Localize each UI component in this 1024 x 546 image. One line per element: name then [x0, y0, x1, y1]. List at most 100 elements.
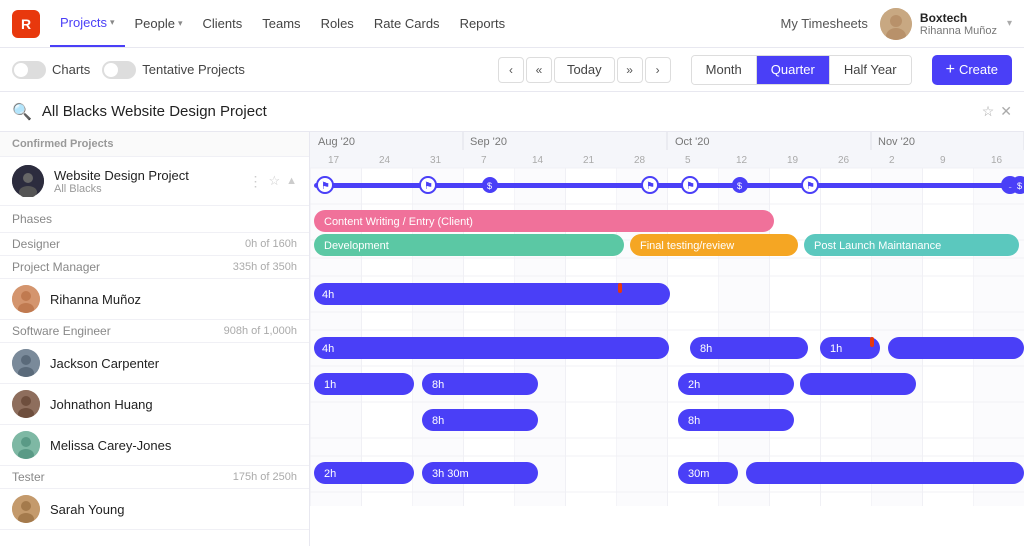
svg-text:14: 14 — [532, 155, 544, 166]
person-row-jackson[interactable]: Jackson Carpenter — [0, 343, 309, 384]
svg-text:9: 9 — [940, 155, 946, 166]
avatar-sarah — [12, 495, 40, 523]
plus-icon: + — [946, 61, 955, 79]
nav-teams[interactable]: Teams — [252, 0, 310, 47]
svg-text:Final testing/review: Final testing/review — [640, 240, 734, 252]
svg-text:16: 16 — [991, 155, 1003, 166]
svg-text:$: $ — [737, 181, 742, 191]
svg-text:⚑: ⚑ — [321, 181, 330, 192]
star-icon[interactable]: ☆ — [268, 173, 280, 189]
avatar-jackson — [12, 349, 40, 377]
svg-text:8h: 8h — [432, 415, 444, 427]
svg-text:21: 21 — [583, 155, 595, 166]
svg-text:1h: 1h — [324, 379, 336, 391]
svg-text:⚑: ⚑ — [646, 181, 655, 192]
chevron-down-icon: ▾ — [110, 17, 115, 28]
toolbar: Charts Tentative Projects ‹ « Today » › … — [0, 48, 1024, 92]
svg-text:Oct '20: Oct '20 — [675, 136, 710, 148]
nav-reports[interactable]: Reports — [450, 0, 516, 47]
project-info: Website Design Project All Blacks — [54, 168, 248, 195]
svg-text:2h: 2h — [324, 468, 336, 480]
tentative-toggle-wrap: Tentative Projects — [102, 61, 245, 79]
svg-text:24: 24 — [379, 155, 391, 166]
role-row-tester: Tester 175h of 250h — [0, 466, 309, 489]
svg-text:19: 19 — [787, 155, 799, 166]
left-panel: Confirmed Projects Website Design Projec… — [0, 132, 310, 546]
nav-clients[interactable]: Clients — [193, 0, 253, 47]
prev-button[interactable]: ‹ — [498, 57, 524, 83]
svg-text:Aug '20: Aug '20 — [318, 136, 355, 148]
charts-label: Charts — [52, 62, 90, 77]
svg-text:12: 12 — [736, 155, 748, 166]
svg-text:⚑: ⚑ — [806, 181, 815, 192]
search-icon: 🔍 — [12, 102, 32, 122]
fast-next-button[interactable]: » — [617, 57, 643, 83]
chevron-down-icon: ▾ — [178, 18, 183, 29]
svg-text:30m: 30m — [688, 468, 709, 480]
view-selector: Month Quarter Half Year — [691, 55, 912, 85]
svg-text:1h: 1h — [830, 343, 842, 355]
nav-projects[interactable]: Projects ▾ — [50, 0, 125, 47]
svg-text:Sep '20: Sep '20 — [470, 136, 507, 148]
chevron-down-icon: ▾ — [1007, 18, 1012, 29]
svg-text:Development: Development — [324, 240, 389, 252]
nav-roles[interactable]: Roles — [311, 0, 364, 47]
role-row-se: Software Engineer 908h of 1,000h — [0, 320, 309, 343]
collapse-icon[interactable]: ▲ — [286, 175, 297, 187]
my-timesheets-link[interactable]: My Timesheets — [780, 16, 867, 31]
nav-people[interactable]: People ▾ — [125, 0, 193, 47]
top-navigation: R Projects ▾ People ▾ Clients Teams Role… — [0, 0, 1024, 48]
close-icon[interactable]: ✕ — [1000, 103, 1012, 120]
month-view-button[interactable]: Month — [692, 56, 757, 84]
halfyear-view-button[interactable]: Half Year — [830, 56, 911, 84]
create-button[interactable]: + Create — [932, 55, 1012, 85]
person-row-rihanna[interactable]: Rihanna Muñoz — [0, 279, 309, 320]
role-row-pm: Project Manager 335h of 350h — [0, 256, 309, 279]
quarter-view-button[interactable]: Quarter — [757, 56, 830, 84]
svg-text:⚑: ⚑ — [686, 181, 695, 192]
date-navigation: ‹ « Today » › — [498, 57, 671, 83]
svg-text:Content Writing / Entry (Clien: Content Writing / Entry (Client) — [324, 216, 473, 228]
main-content: Confirmed Projects Website Design Projec… — [0, 132, 1024, 546]
person-row-sarah[interactable]: Sarah Young — [0, 489, 309, 530]
svg-text:3h 30m: 3h 30m — [432, 468, 469, 480]
fast-prev-button[interactable]: « — [526, 57, 552, 83]
avatar-melissa — [12, 431, 40, 459]
role-row-designer: Designer 0h of 160h — [0, 233, 309, 256]
avatar — [880, 8, 912, 40]
toggle-knob — [14, 63, 28, 77]
tentative-label: Tentative Projects — [142, 62, 245, 77]
next-button[interactable]: › — [645, 57, 671, 83]
project-avatar — [12, 165, 44, 197]
svg-text:4h: 4h — [322, 343, 334, 355]
avatar-rihanna — [12, 285, 40, 313]
svg-text:28: 28 — [634, 155, 646, 166]
person-row-melissa[interactable]: Melissa Carey-Jones — [0, 425, 309, 466]
user-menu[interactable]: Boxtech Rihanna Muñoz ▾ — [880, 8, 1012, 40]
svg-text:$: $ — [1017, 181, 1022, 191]
user-info: Boxtech Rihanna Muñoz — [920, 11, 997, 37]
svg-text:2: 2 — [889, 155, 895, 166]
svg-text:31: 31 — [430, 155, 442, 166]
nav-rate-cards[interactable]: Rate Cards — [364, 0, 450, 47]
charts-toggle[interactable] — [12, 61, 46, 79]
project-row[interactable]: Website Design Project All Blacks ⋮ ☆ ▲ — [0, 157, 309, 206]
app-logo: R — [12, 10, 40, 38]
svg-text:26: 26 — [838, 155, 850, 166]
person-row-johnathon[interactable]: Johnathon Huang — [0, 384, 309, 425]
star-icon[interactable]: ☆ — [982, 103, 995, 120]
today-button[interactable]: Today — [554, 57, 615, 83]
svg-text:⚑: ⚑ — [424, 181, 433, 192]
search-actions: ☆ ✕ — [982, 103, 1012, 120]
confirmed-projects-header: Confirmed Projects — [0, 132, 309, 157]
svg-text:17: 17 — [328, 155, 340, 166]
svg-text:7: 7 — [481, 155, 487, 166]
more-icon[interactable]: ⋮ — [248, 173, 262, 190]
svg-text:8h: 8h — [700, 343, 712, 355]
search-query: All Blacks Website Design Project — [42, 103, 972, 120]
project-actions: ⋮ ☆ ▲ — [248, 173, 297, 190]
tentative-toggle[interactable] — [102, 61, 136, 79]
avatar-johnathon — [12, 390, 40, 418]
gantt-chart: Aug '20 Sep '20 Oct '20 Nov '20 17 24 31… — [310, 132, 1024, 506]
svg-text:Nov '20: Nov '20 — [878, 136, 915, 148]
